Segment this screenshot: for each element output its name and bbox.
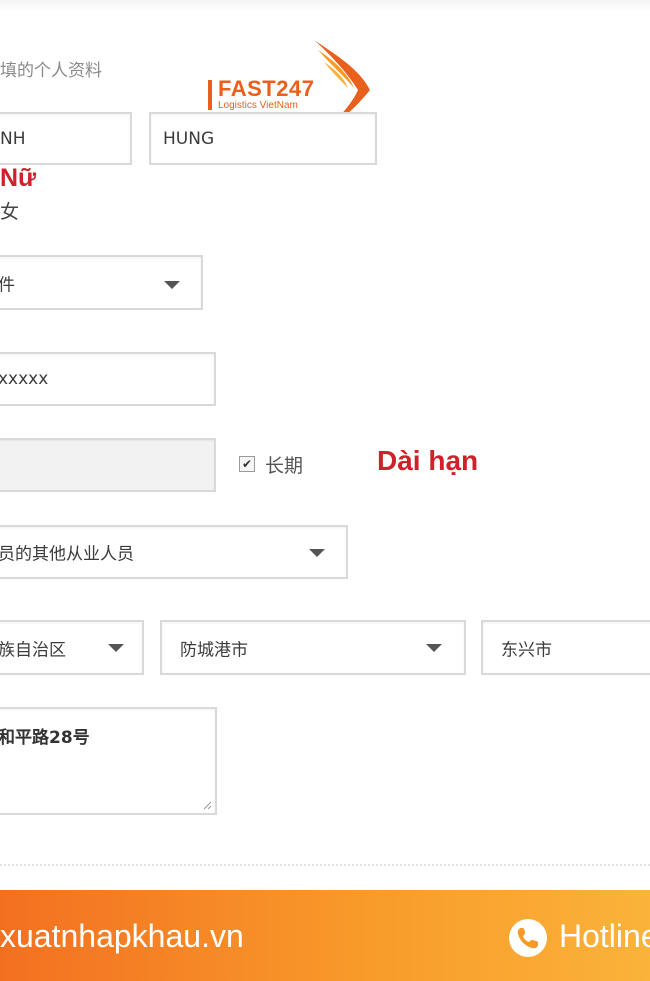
chevron-down-icon — [108, 644, 124, 652]
given-name-field[interactable]: HUNG — [149, 112, 377, 165]
id-type-value: 件 — [0, 270, 15, 295]
county-value: 东兴市 — [501, 640, 552, 660]
phone-icon — [509, 919, 547, 957]
footer-website[interactable]: xuatnhapkhau.vn — [0, 918, 244, 955]
address-value: 和平路28号 — [0, 728, 90, 748]
given-name-value: HUNG — [163, 128, 215, 149]
section-heading: 填的个人资料 — [0, 61, 102, 81]
resize-grip-icon[interactable] — [202, 800, 212, 810]
address-textarea[interactable]: 和平路28号 — [0, 707, 217, 815]
province-value: 族自治区 — [0, 640, 66, 660]
surname-value: NH — [0, 128, 26, 149]
expiry-date-field[interactable] — [0, 438, 216, 492]
id-number-value: xxxxx — [0, 369, 49, 389]
footer-hotline[interactable]: Hotline — [559, 918, 650, 955]
checkbox-checked-icon[interactable]: ✔ — [239, 456, 255, 472]
surname-field[interactable]: NH — [0, 112, 132, 165]
longterm-label: 长期 — [265, 454, 304, 477]
footer-banner: xuatnhapkhau.vn Hotline — [0, 890, 650, 981]
city-value: 防城港市 — [180, 640, 248, 660]
divider — [0, 864, 650, 866]
id-type-select[interactable]: 件 — [0, 255, 203, 310]
occupation-value: 员的其他从业人员 — [0, 544, 134, 565]
logo-bar — [208, 80, 212, 110]
top-strip — [0, 0, 650, 12]
chevron-down-icon — [309, 549, 325, 557]
logo-tagline: Logistics VietNam — [218, 100, 298, 111]
province-select[interactable]: 族自治区 — [0, 620, 144, 675]
city-select[interactable]: 防城港市 — [160, 620, 466, 675]
chevron-down-icon — [426, 644, 442, 652]
id-number-field[interactable]: xxxxx — [0, 352, 216, 406]
gender-option-female[interactable]: 女 — [0, 197, 19, 224]
occupation-select[interactable]: 员的其他从业人员 — [0, 525, 348, 579]
chevron-down-icon — [164, 281, 180, 289]
longterm-label-vi: Dài hạn — [377, 445, 479, 476]
logo-name: FAST247 — [218, 76, 315, 101]
longterm-checkbox[interactable]: ✔ 长期 — [239, 452, 304, 477]
county-select[interactable]: 东兴市 — [481, 620, 650, 675]
gender-label-vi: Nữ — [0, 164, 37, 192]
